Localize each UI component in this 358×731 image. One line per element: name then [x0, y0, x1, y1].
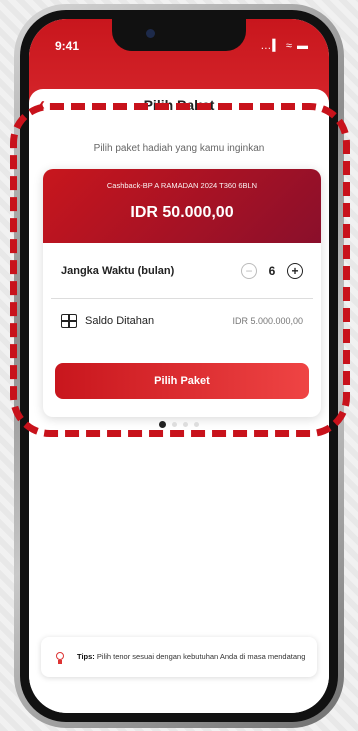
highlight-dashed-frame: [10, 103, 350, 437]
lightbulb-icon: [51, 648, 69, 666]
tips-label: Tips:: [77, 652, 95, 661]
notch: [112, 19, 246, 51]
status-icons: …▍ ≈ ▬: [260, 40, 309, 52]
camera-icon: [146, 29, 155, 38]
tips-text: Tips: Pilih tenor sesuai dengan kebutuha…: [77, 652, 305, 662]
status-time: 9:41: [55, 39, 80, 53]
tips-banner: Tips: Pilih tenor sesuai dengan kebutuha…: [41, 637, 317, 677]
tips-body: Pilih tenor sesuai dengan kebutuhan Anda…: [96, 652, 306, 661]
